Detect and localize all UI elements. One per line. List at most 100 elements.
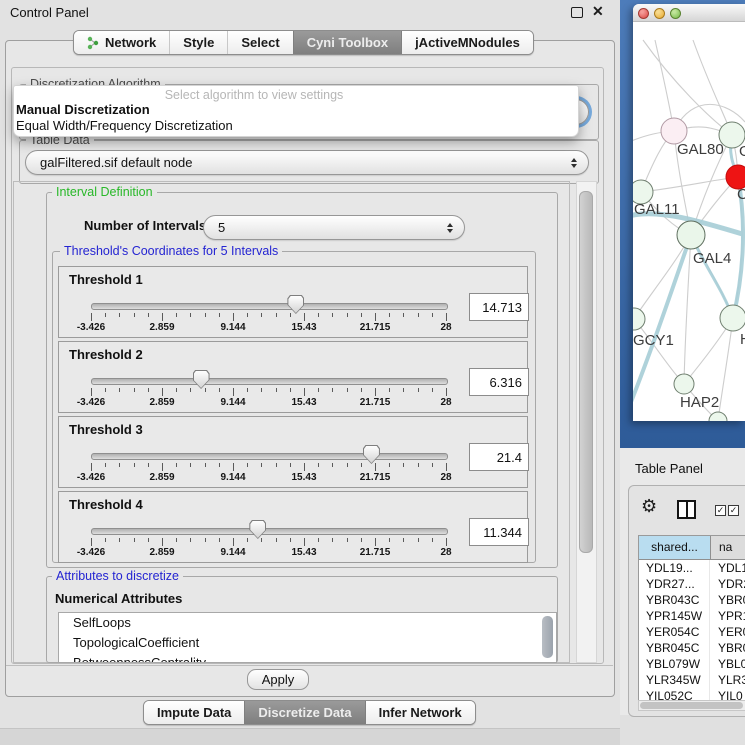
network-node[interactable] — [709, 412, 727, 421]
tick-mark — [134, 313, 135, 317]
threshold-panel: Threshold 2-3.4262.8599.14415.4321.71528… — [58, 341, 528, 413]
tick-label: 2.859 — [149, 472, 174, 483]
checkbox-icon[interactable]: ✓ — [715, 505, 726, 516]
tick-mark — [432, 313, 433, 317]
table-horizontal-scrollbar[interactable] — [638, 700, 745, 711]
network-window-titlebar[interactable] — [633, 4, 745, 22]
minimize-traffic-light-icon[interactable] — [654, 8, 665, 19]
tab-label: jActiveMNodules — [415, 35, 520, 50]
top-tabstrip: Network Style Select Cyni Toolbox jActiv… — [73, 30, 534, 55]
tick-mark — [162, 463, 163, 471]
network-node-label: H — [740, 331, 745, 348]
tick-mark — [304, 313, 305, 321]
threshold-value-field[interactable]: 6.316 — [469, 368, 529, 396]
table-row[interactable]: YBR043CYBR0 — [639, 592, 745, 608]
tick-mark — [290, 388, 291, 392]
tick-mark — [276, 463, 277, 467]
tick-mark — [247, 388, 248, 392]
table-row[interactable]: YBR045CYBR0 — [639, 640, 745, 656]
network-node[interactable] — [633, 308, 645, 330]
table-row[interactable]: YBL079WYBL0 — [639, 656, 745, 672]
float-window-icon[interactable] — [571, 7, 583, 18]
tick-mark — [233, 538, 234, 546]
numerical-attributes-list[interactable]: SelfLoopsTopologicalCoefficientBetweenne… — [58, 612, 557, 663]
cell-name: YBR0 — [710, 592, 745, 608]
gear-icon[interactable]: ⚙ — [641, 496, 657, 517]
table-data-combobox[interactable]: galFiltered.sif default node — [25, 150, 589, 175]
threshold-value-field[interactable]: 14.713 — [469, 293, 529, 321]
tab-impute-data[interactable]: Impute Data — [144, 701, 244, 724]
apply-button[interactable]: Apply — [247, 669, 309, 690]
tab-jactivemnodules[interactable]: jActiveMNodules — [401, 31, 533, 54]
threshold-value-field[interactable]: 21.4 — [469, 443, 529, 471]
tab-cyni-toolbox[interactable]: Cyni Toolbox — [293, 31, 401, 54]
network-node[interactable] — [677, 221, 705, 249]
tab-label: Select — [241, 35, 279, 50]
scrollbar-thumb[interactable] — [640, 702, 743, 709]
tick-mark — [119, 538, 120, 542]
slider-thumb-face — [288, 296, 303, 313]
table-row[interactable]: YDR27...YDR2 — [639, 576, 745, 592]
tab-infer-network[interactable]: Infer Network — [365, 701, 475, 724]
option-equal-width-frequency[interactable]: Equal Width/Frequency Discretization — [16, 118, 233, 133]
number-of-intervals-combobox[interactable]: 5 — [203, 215, 465, 240]
settings-vertical-scrollbar[interactable] — [576, 181, 597, 663]
column-header-shared-name[interactable]: shared... — [639, 536, 711, 559]
tick-label: -3.426 — [77, 472, 105, 483]
checkbox-icon[interactable]: ✓ — [728, 505, 739, 516]
network-node[interactable] — [674, 374, 694, 394]
tick-mark — [304, 463, 305, 471]
tab-network[interactable]: Network — [74, 31, 169, 54]
tick-mark — [318, 388, 319, 392]
tick-mark — [375, 388, 376, 396]
table-row[interactable]: YER054CYER0 — [639, 624, 745, 640]
threshold-value-field[interactable]: 11.344 — [469, 518, 529, 546]
threshold-label: Threshold 2 — [69, 347, 143, 362]
tick-mark — [403, 463, 404, 467]
slider-thumb[interactable] — [193, 370, 210, 389]
tab-label: Cyni Toolbox — [307, 35, 388, 50]
tick-mark — [261, 388, 262, 392]
network-node-label: GAL11 — [634, 201, 680, 218]
list-scrollbar-thumb[interactable] — [542, 616, 553, 658]
tick-mark — [403, 538, 404, 542]
table-row[interactable]: YLR345WYLR3 — [639, 672, 745, 688]
tick-label: 28 — [440, 322, 451, 333]
slider-track[interactable] — [91, 378, 448, 385]
list-item[interactable]: BetweennessCentrality — [59, 653, 556, 663]
option-manual-discretization[interactable]: Manual Discretization — [16, 102, 150, 117]
slider-thumb[interactable] — [363, 445, 380, 464]
tab-discretize-data[interactable]: Discretize Data — [244, 701, 364, 724]
network-canvas[interactable]: GAL80GACGAL11GAL4GCY1HHAP2 — [633, 22, 745, 421]
network-view-window[interactable]: GAL80GACGAL11GAL4GCY1HHAP2 — [633, 4, 745, 421]
slider-track[interactable] — [91, 303, 448, 310]
slider-track[interactable] — [91, 528, 448, 535]
network-icon — [87, 36, 99, 50]
network-node[interactable] — [720, 305, 745, 331]
scrollbar-thumb[interactable] — [579, 191, 593, 553]
tick-mark — [219, 388, 220, 392]
table-data-value: galFiltered.sif default node — [40, 155, 192, 170]
slider-track[interactable] — [91, 453, 448, 460]
zoom-traffic-light-icon[interactable] — [670, 8, 681, 19]
column-header-name[interactable]: na — [711, 536, 745, 559]
tab-style[interactable]: Style — [169, 31, 227, 54]
bottom-tabstrip: Impute Data Discretize Data Infer Networ… — [143, 700, 476, 725]
table-row[interactable]: YPR145WYPR1 — [639, 608, 745, 624]
interval-definition-title: Interval Definition — [52, 185, 157, 199]
close-traffic-light-icon[interactable] — [638, 8, 649, 19]
slider-thumb[interactable] — [287, 295, 304, 314]
list-item[interactable]: SelfLoops — [59, 613, 556, 633]
tick-mark — [375, 313, 376, 321]
screen: Control Panel ✕ Network Style Select Cyn… — [0, 0, 745, 745]
columns-icon[interactable] — [677, 500, 696, 519]
tick-mark — [418, 388, 419, 392]
slider-thumb[interactable] — [249, 520, 266, 539]
thresholds-group-title: Threshold's Coordinates for 5 Intervals — [60, 244, 282, 258]
tab-select[interactable]: Select — [227, 31, 292, 54]
tick-mark — [304, 388, 305, 396]
close-icon[interactable]: ✕ — [592, 3, 604, 20]
table-row[interactable]: YDL19...YDL1 — [639, 560, 745, 576]
list-item[interactable]: TopologicalCoefficient — [59, 633, 556, 653]
table-panel-section: Table Panel ⚙ ✓ ✓ shared... na YDL19...Y… — [620, 448, 745, 715]
